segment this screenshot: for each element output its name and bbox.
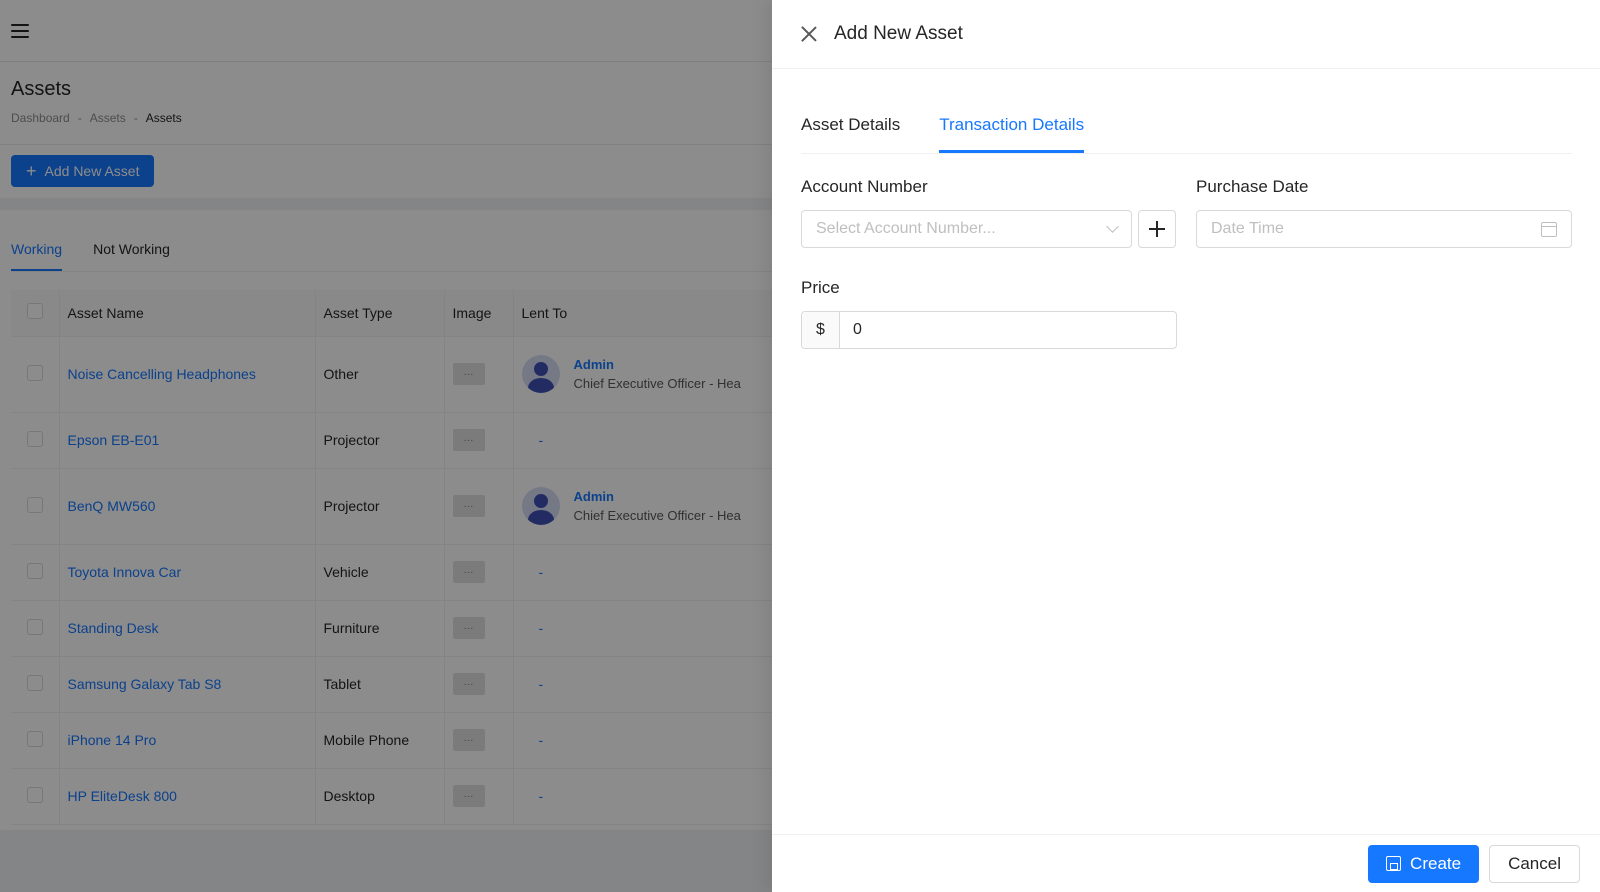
cancel-button[interactable]: Cancel <box>1489 844 1580 883</box>
purchase-date-input[interactable]: Date Time <box>1196 210 1572 248</box>
create-button[interactable]: Create <box>1368 844 1480 883</box>
account-number-label: Account Number <box>801 177 928 196</box>
purchase-date-label: Purchase Date <box>1196 177 1309 196</box>
account-number-field: Account Number Select Account Number... <box>801 177 1176 248</box>
purchase-date-field: Purchase Date Date Time <box>1196 177 1572 248</box>
add-account-button[interactable] <box>1138 210 1176 248</box>
account-number-placeholder: Select Account Number... <box>816 220 996 237</box>
tab-asset-details[interactable]: Asset Details <box>801 115 900 153</box>
drawer-body: Asset Details Transaction Details Accoun… <box>772 69 1600 349</box>
close-icon[interactable] <box>800 25 818 43</box>
purchase-date-placeholder: Date Time <box>1211 220 1284 237</box>
drawer-footer: Create Cancel <box>772 834 1600 892</box>
calendar-icon <box>1541 221 1557 237</box>
chevron-down-icon <box>1106 220 1119 233</box>
drawer-header: Add New Asset <box>772 0 1600 69</box>
price-label: Price <box>801 278 840 297</box>
create-label: Create <box>1410 853 1462 873</box>
price-field: Price $ 0 <box>801 278 1177 349</box>
form-row-price: Price $ 0 <box>801 278 1572 349</box>
save-icon <box>1386 856 1402 871</box>
account-number-select[interactable]: Select Account Number... <box>801 210 1132 248</box>
drawer-tabs: Asset Details Transaction Details <box>801 69 1572 154</box>
drawer-title: Add New Asset <box>834 23 963 44</box>
tab-transaction-details[interactable]: Transaction Details <box>939 115 1085 153</box>
price-input[interactable]: 0 <box>840 312 1176 348</box>
form-row-account-date: Account Number Select Account Number... … <box>801 177 1572 248</box>
currency-prefix: $ <box>802 312 840 348</box>
add-asset-drawer: Add New Asset Asset Details Transaction … <box>772 0 1600 892</box>
